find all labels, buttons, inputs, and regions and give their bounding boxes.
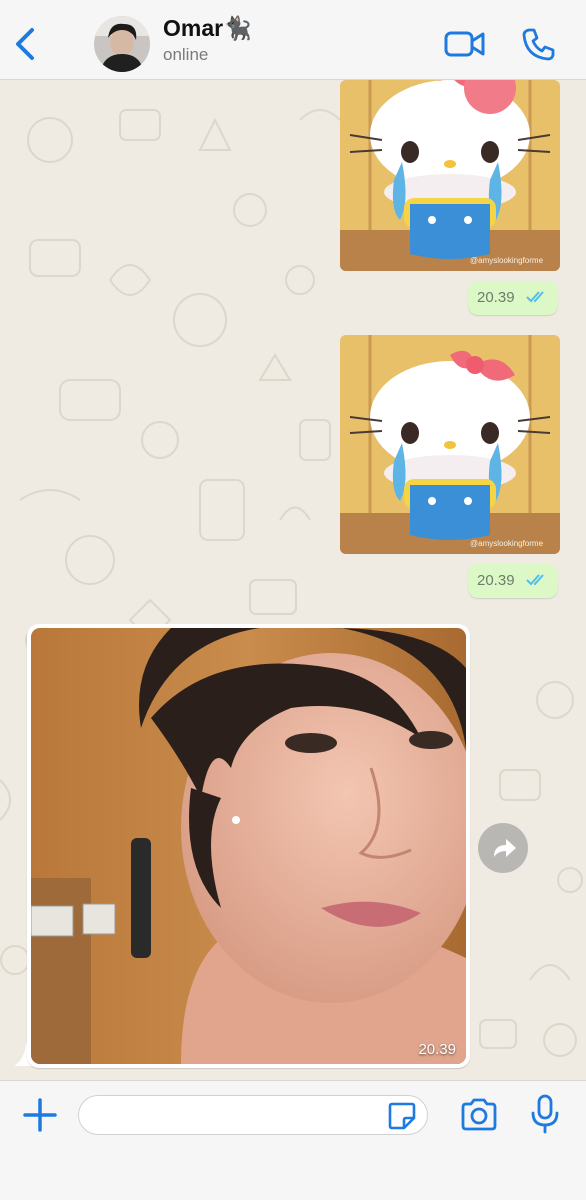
- image-watermark: @amyslookingforme: [470, 256, 544, 265]
- back-button[interactable]: [8, 22, 44, 66]
- video-call-button[interactable]: [443, 24, 487, 64]
- contact-avatar[interactable]: [94, 16, 150, 72]
- contact-info[interactable]: Omar🐈‍⬛ online: [163, 14, 252, 66]
- photo: 20.39: [31, 628, 466, 1064]
- chevron-left-icon: [16, 28, 34, 60]
- microphone-icon: [531, 1094, 559, 1134]
- message-time: 20.39: [477, 289, 515, 306]
- sticker-icon: [388, 1102, 416, 1130]
- double-check-icon: [526, 574, 544, 586]
- contact-status: online: [163, 45, 209, 64]
- contact-name: Omar🐈‍⬛: [163, 15, 252, 41]
- sticker-button[interactable]: [386, 1100, 418, 1132]
- voice-call-button[interactable]: [518, 24, 562, 64]
- attach-button[interactable]: [20, 1095, 60, 1135]
- phone-icon: [522, 28, 555, 61]
- image-watermark: @amyslookingforme: [470, 539, 544, 548]
- forward-button[interactable]: [478, 823, 528, 873]
- chat-header: Omar🐈‍⬛ online: [0, 0, 586, 80]
- incoming-photo-message[interactable]: 20.39: [27, 624, 470, 1068]
- message-time: 20.39: [477, 572, 515, 589]
- video-camera-icon: [444, 31, 485, 57]
- message-input[interactable]: [78, 1095, 428, 1135]
- microphone-button[interactable]: [528, 1093, 562, 1135]
- camera-button[interactable]: [458, 1095, 500, 1135]
- double-check-icon: [526, 291, 544, 303]
- chat-area[interactable]: @amyslookingforme 20.39 @amyslookingform…: [0, 80, 586, 1080]
- message-meta: 20.39: [468, 564, 558, 598]
- photo-time: 20.39: [418, 1041, 456, 1058]
- composer-bar: [0, 1080, 586, 1200]
- plus-icon: [23, 1098, 57, 1132]
- outgoing-image-message[interactable]: @amyslookingforme: [340, 335, 560, 554]
- camera-icon: [461, 1098, 497, 1131]
- outgoing-image-message[interactable]: @amyslookingforme: [340, 80, 560, 271]
- forward-arrow-icon: [494, 839, 516, 857]
- message-meta: 20.39: [468, 281, 558, 315]
